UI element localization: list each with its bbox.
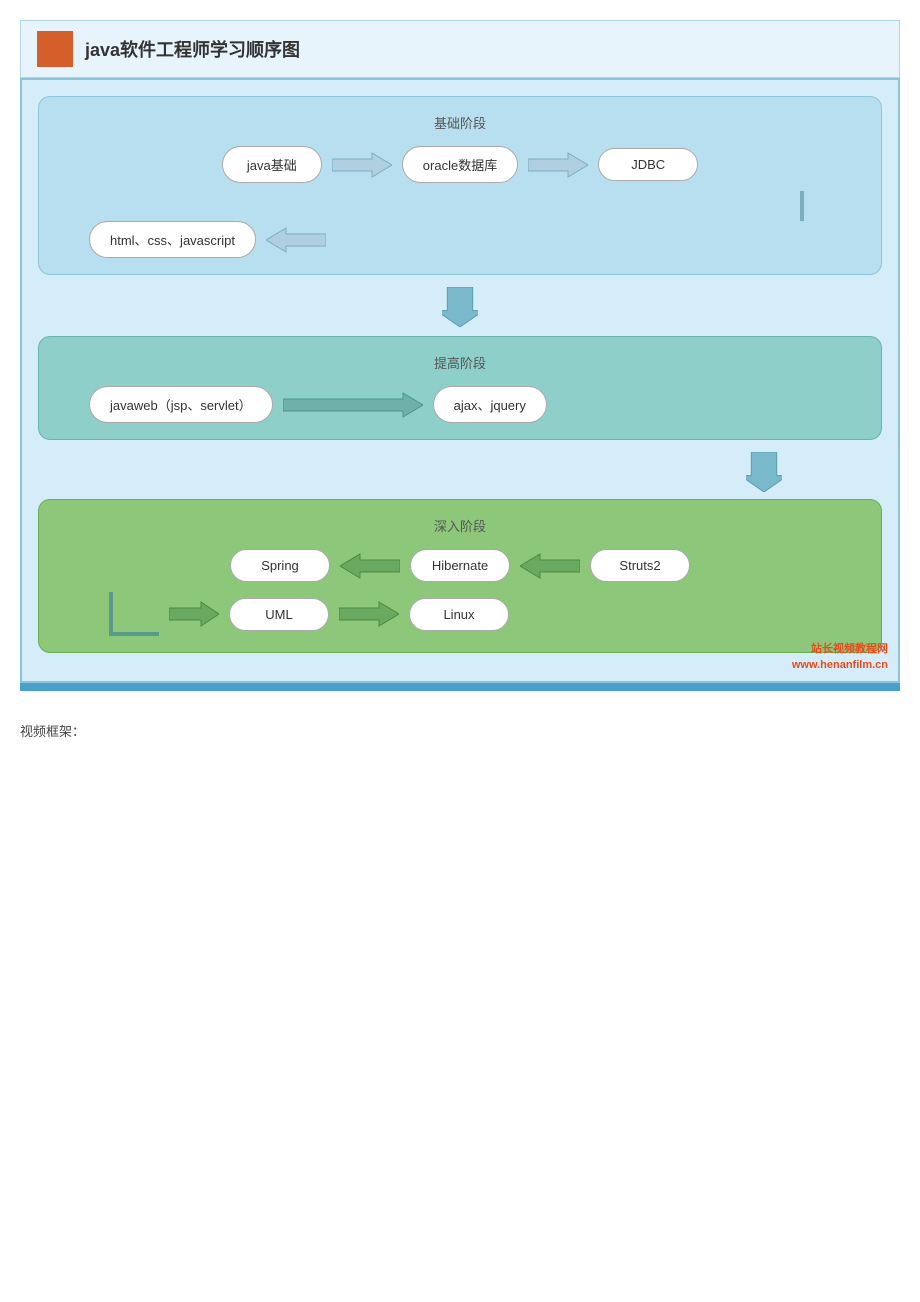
basic-row2: html、css、javascript	[59, 221, 861, 258]
l-connector	[109, 592, 159, 636]
down-arrow-2-container	[38, 452, 882, 495]
node-jdbc: JDBC	[598, 148, 698, 181]
arrow-javaweb-to-ajax	[283, 391, 423, 419]
arrow-uml-to-linux	[339, 600, 399, 628]
basic-stage-content: java基础 oracle数据库 JDBC	[59, 146, 861, 258]
stage-improve-label: 提高阶段	[59, 353, 861, 372]
page-wrapper: java软件工程师学习顺序图 基础阶段 java基础 oracle数据库	[20, 20, 900, 740]
stage-basic-label: 基础阶段	[59, 113, 861, 132]
node-javaweb: javaweb（jsp、servlet）	[89, 386, 273, 423]
arrow-html-from-jdbc	[266, 226, 326, 254]
bottom-bar	[20, 683, 900, 691]
deep-row1: Spring Hibernate Struts2	[59, 549, 861, 582]
node-linux: Linux	[409, 598, 509, 631]
basic-row1: java基础 oracle数据库 JDBC	[59, 146, 861, 183]
node-hibernate: Hibernate	[410, 549, 510, 582]
arrow-oracle-to-jdbc	[528, 151, 588, 179]
down-arrow-basic-to-improve	[442, 287, 478, 330]
page-title: java软件工程师学习顺序图	[85, 36, 300, 62]
down-arrow-1	[38, 287, 882, 330]
stage-deep-label: 深入阶段	[59, 516, 861, 535]
arrow-struts-to-hibernate	[520, 552, 580, 580]
node-ajax: ajax、jquery	[433, 386, 547, 423]
node-uml: UML	[229, 598, 329, 631]
watermark-line1: 站长视频教程网	[792, 642, 888, 657]
stage-improve: 提高阶段 javaweb（jsp、servlet） ajax、jquery	[38, 336, 882, 440]
node-html: html、css、javascript	[89, 221, 256, 258]
node-struts2: Struts2	[590, 549, 690, 582]
node-oracle: oracle数据库	[402, 146, 518, 183]
title-bar: java软件工程师学习顺序图	[20, 20, 900, 78]
arrow-hibernate-to-spring	[340, 552, 400, 580]
watermark: 站长视频教程网 www.henanfilm.cn	[792, 642, 888, 673]
arrow-java-to-oracle	[332, 151, 392, 179]
deep-row2: UML Linux	[59, 592, 861, 636]
watermark-line2: www.henanfilm.cn	[792, 658, 888, 673]
video-frame-label: 视频框架：	[20, 721, 900, 740]
stage-deep: 深入阶段 Spring Hibernate Struts2	[38, 499, 882, 653]
diagram-container: 基础阶段 java基础 oracle数据库	[20, 78, 900, 683]
node-spring: Spring	[230, 549, 330, 582]
down-arrow-improve-to-deep	[746, 452, 782, 495]
node-java-basic: java基础	[222, 146, 322, 183]
title-accent	[37, 31, 73, 67]
jdbc-down-connector	[59, 191, 861, 221]
arrow-l-to-uml	[169, 600, 219, 628]
improve-row: javaweb（jsp、servlet） ajax、jquery	[59, 386, 861, 423]
stage-basic: 基础阶段 java基础 oracle数据库	[38, 96, 882, 275]
